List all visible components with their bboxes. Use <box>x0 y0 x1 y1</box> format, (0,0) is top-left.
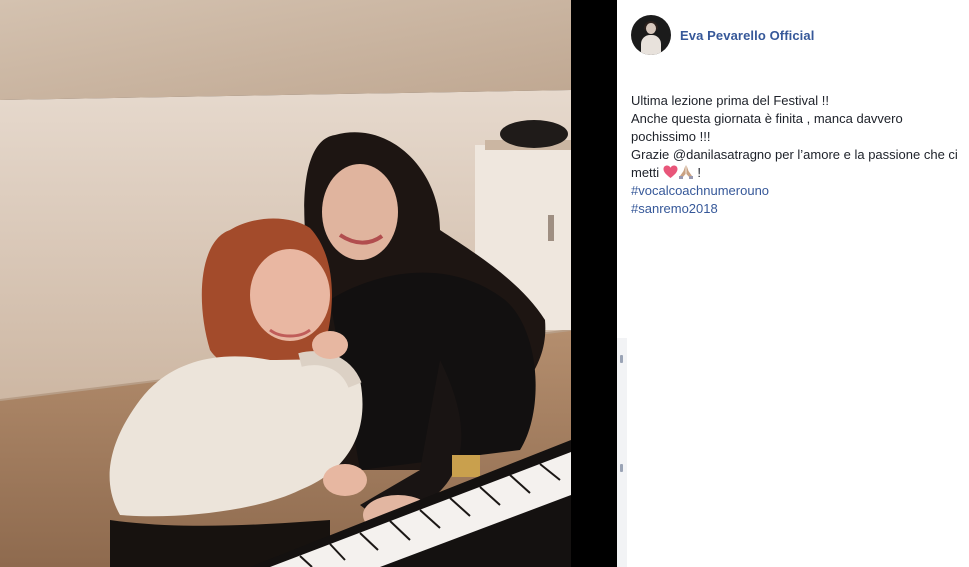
avatar-head <box>646 23 656 34</box>
heart-icon <box>663 165 678 178</box>
caption-line-3-end: ! <box>693 165 702 180</box>
author-name-link[interactable]: Eva Pevarello Official <box>680 28 814 43</box>
caption-line-1: Ultima lezione prima del Festival !! <box>631 93 829 108</box>
edge-mark <box>620 464 623 472</box>
hashtag-link-sanremo[interactable]: #sanremo2018 <box>631 200 961 218</box>
photo-image <box>0 0 571 567</box>
edge-mark <box>620 355 623 363</box>
post-side-panel: Eva Pevarello Official Ultima lezione pr… <box>617 0 969 567</box>
praying-hands-icon <box>678 165 693 179</box>
avatar[interactable] <box>631 15 671 55</box>
caption-line-2: Anche questa giornata è finita , manca d… <box>631 111 903 144</box>
post-photo[interactable] <box>0 0 571 567</box>
caption-line-3: Grazie @danilasatragno per l’amore e la … <box>631 146 961 182</box>
avatar-body <box>641 35 661 55</box>
lightbox-gap <box>571 0 617 567</box>
hashtag-link-vocalcoach[interactable]: #vocalcoachnumerouno <box>631 182 961 200</box>
post-caption: Ultima lezione prima del Festival !! Anc… <box>631 92 961 218</box>
post-header: Eva Pevarello Official <box>631 15 814 55</box>
underlying-page-edge <box>617 338 627 567</box>
